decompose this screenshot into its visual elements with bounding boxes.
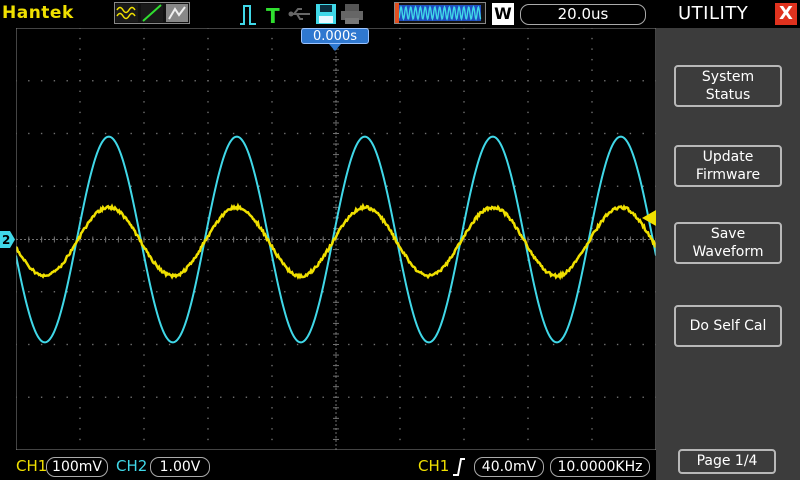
- save-waveform-label-1: Save: [711, 225, 745, 243]
- update-firmware-button[interactable]: Update Firmware: [674, 145, 782, 187]
- page-button[interactable]: Page 1/4: [678, 449, 776, 474]
- persistence-icon[interactable]: [166, 4, 188, 22]
- ch1-scale-readout[interactable]: 100mV: [46, 457, 108, 477]
- trigger-t-icon[interactable]: T: [266, 4, 280, 26]
- ch2-label: CH2: [116, 457, 147, 475]
- update-firmware-label-2: Firmware: [696, 166, 760, 184]
- ch1-label: CH1: [16, 457, 47, 475]
- system-status-button[interactable]: System Status: [674, 65, 782, 107]
- waveform-window-icon[interactable]: [394, 2, 486, 24]
- waveform-display[interactable]: [16, 28, 656, 450]
- ch2-marker-label: 2: [2, 233, 10, 247]
- trigger-source-label: CH1: [418, 457, 449, 475]
- trigger-position-arrow-icon: [329, 44, 341, 51]
- utility-menu-panel: UTILITY X System Status Update Firmware …: [656, 0, 800, 480]
- display-mode-group: [114, 2, 190, 24]
- printer-icon[interactable]: [340, 3, 364, 25]
- save-waveform-button[interactable]: Save Waveform: [674, 222, 782, 264]
- close-button[interactable]: X: [775, 3, 797, 25]
- menu-title: UTILITY: [678, 3, 748, 24]
- ramp-icon[interactable]: [141, 4, 163, 22]
- trigger-level-readout[interactable]: 40.0mV: [474, 457, 544, 477]
- menu-title-bar: UTILITY X: [656, 0, 800, 28]
- system-status-label-1: System: [702, 68, 754, 86]
- bottom-status-bar: CH1 100mV CH2 1.00V CH1 40.0mV 10.0000KH…: [0, 452, 656, 480]
- usb-icon: [288, 7, 312, 21]
- self-cal-button[interactable]: Do Self Cal: [674, 305, 782, 347]
- display-mode-icons: [115, 3, 189, 23]
- top-status-bar: Hantek T W 20.0us: [0, 0, 656, 28]
- trigger-level-arrow-icon[interactable]: [642, 210, 656, 226]
- update-firmware-label-1: Update: [703, 148, 754, 166]
- system-status-label-2: Status: [706, 86, 751, 104]
- floppy-disk-icon[interactable]: [315, 3, 337, 25]
- timebase-readout[interactable]: 20.0us: [520, 4, 646, 25]
- trigger-position-readout[interactable]: 0.000s: [301, 28, 369, 44]
- run-trigger-icons: T: [238, 4, 286, 26]
- pulse-run-icon[interactable]: [240, 6, 256, 24]
- ch2-ground-marker-icon[interactable]: 2: [0, 231, 16, 248]
- sine-wave-icon[interactable]: [116, 4, 138, 22]
- frequency-readout: 10.0000KHz: [550, 457, 650, 477]
- brand-logo: Hantek: [2, 3, 74, 23]
- window-label: W: [492, 3, 514, 25]
- save-waveform-label-2: Waveform: [692, 243, 763, 261]
- self-cal-label: Do Self Cal: [690, 317, 767, 335]
- rising-edge-icon: [452, 457, 466, 477]
- ch2-scale-readout[interactable]: 1.00V: [150, 457, 210, 477]
